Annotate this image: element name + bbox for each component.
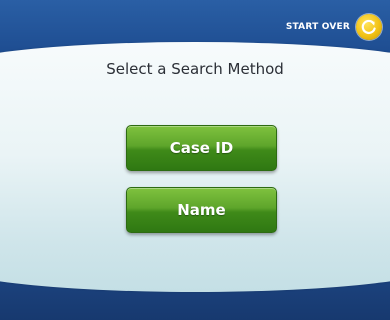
start-over-label: START OVER bbox=[285, 22, 350, 32]
kiosk-screen: START OVER Select a Search Method Case I… bbox=[0, 0, 390, 320]
refresh-icon[interactable] bbox=[356, 14, 382, 40]
name-button-label: Name bbox=[177, 201, 226, 219]
page-title: Select a Search Method bbox=[106, 60, 284, 78]
case-id-button[interactable]: Case ID bbox=[126, 125, 277, 171]
name-button[interactable]: Name bbox=[126, 187, 277, 233]
start-over-button[interactable]: START OVER bbox=[286, 14, 382, 40]
case-id-button-label: Case ID bbox=[169, 139, 234, 157]
